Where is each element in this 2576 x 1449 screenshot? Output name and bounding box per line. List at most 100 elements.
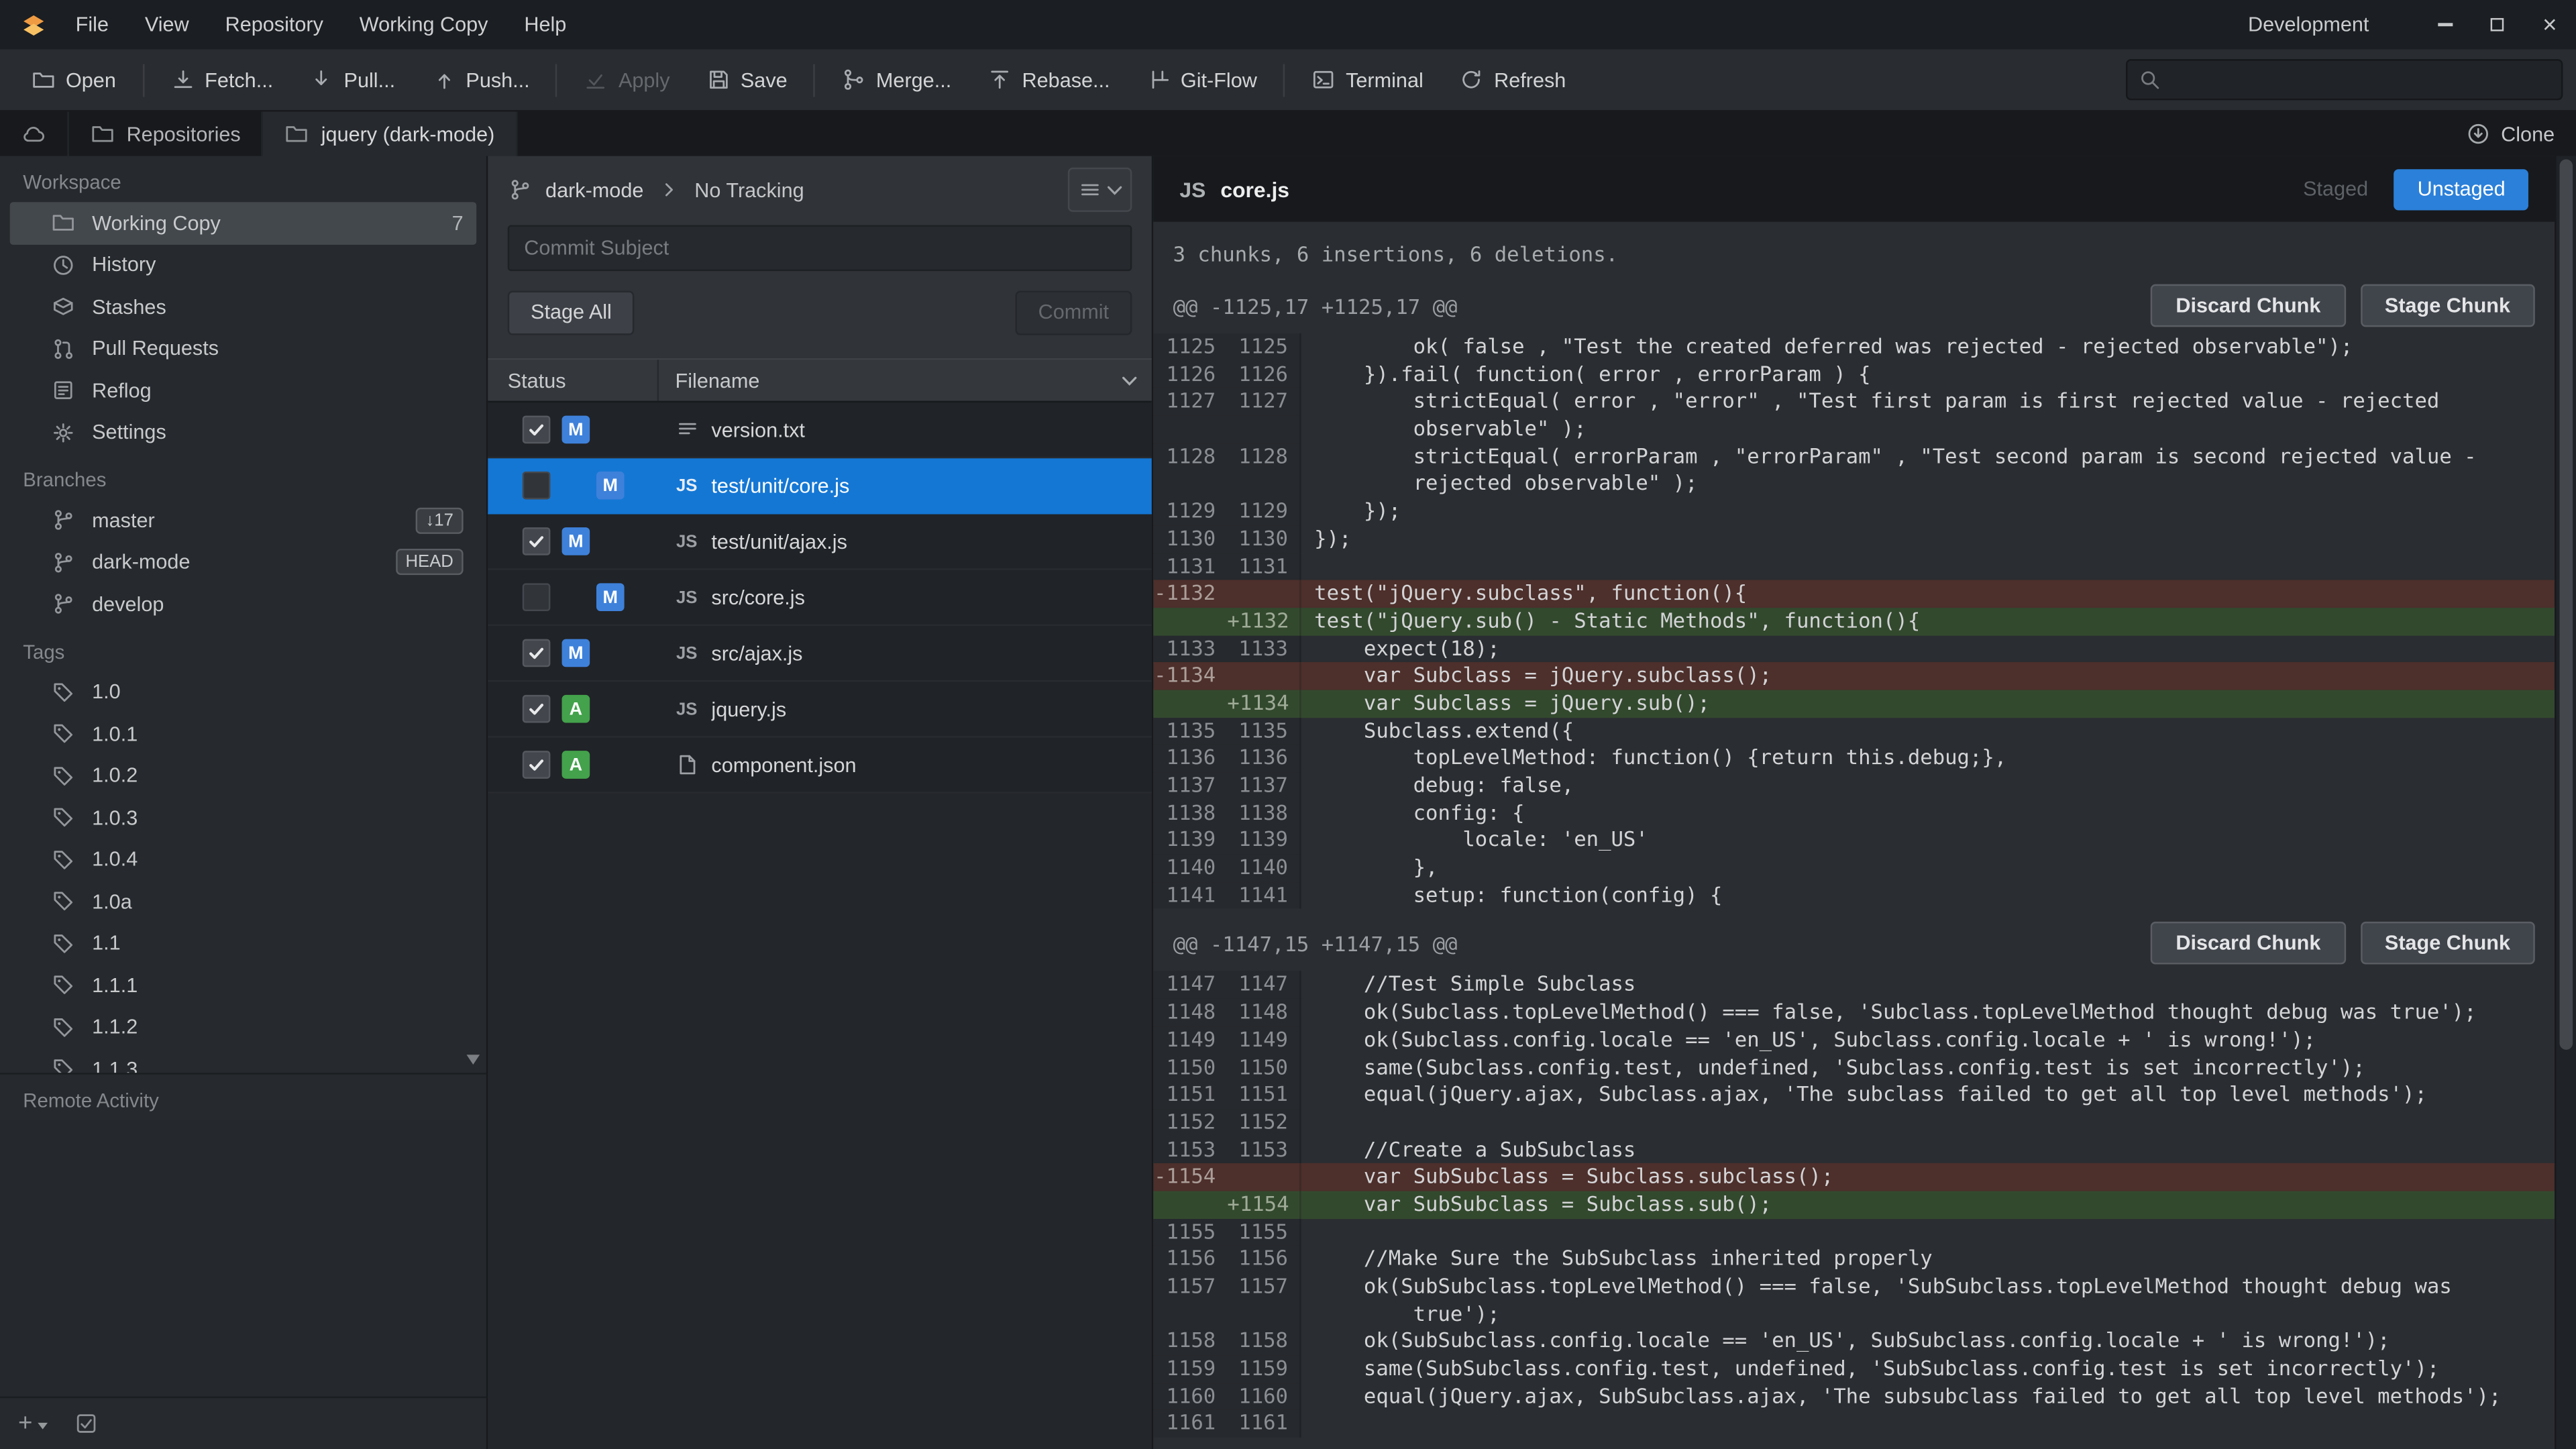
diff-line-context[interactable]: 11471147 //Test Simple Subclass (1153, 971, 2555, 999)
diff-line-context[interactable]: 11571157 ok(SubSubclass.topLevelMethod()… (1153, 1273, 2555, 1301)
sidebar-item-stashes[interactable]: Stashes (10, 286, 477, 327)
diff-line-context[interactable]: 11531153 //Create a SubSubclass (1153, 1136, 2555, 1164)
commit-subject-input[interactable] (508, 225, 1132, 272)
stage-checkbox[interactable] (523, 751, 551, 779)
diff-line-context[interactable]: observable" ); (1153, 416, 2555, 443)
tag-item-1-1-2[interactable]: 1.1.2 (10, 1006, 477, 1048)
stage-all-button[interactable]: Stage All (508, 290, 635, 335)
scrollbar-thumb[interactable] (2560, 160, 2573, 1050)
diff-line-context[interactable]: 11301130}); (1153, 525, 2555, 553)
diff-line-context[interactable]: 11351135 Subclass.extend({ (1153, 717, 2555, 745)
stage-checkbox[interactable] (523, 583, 551, 611)
diff-line-deleted[interactable]: -1154 var SubSubclass = Subclass.subclas… (1153, 1163, 2555, 1191)
search-input[interactable] (2170, 66, 2551, 93)
diff-line-context[interactable]: 11591159 same(SubSubclass.config.test, u… (1153, 1356, 2555, 1383)
diff-line-added[interactable]: +1134 var Subclass = jQuery.sub(); (1153, 690, 2555, 717)
diff-line-context[interactable]: 11601160 equal(jQuery.ajax, SubSubclass.… (1153, 1383, 2555, 1410)
diff-line-context[interactable]: 11311131 (1153, 553, 2555, 580)
diff-line-context[interactable]: 11251125 ok( false , "Test the created d… (1153, 333, 2555, 361)
commit-options-menu-button[interactable] (1068, 168, 1132, 212)
merge-button[interactable]: Merge... (824, 49, 970, 110)
sidebar-item-history[interactable]: History (10, 244, 477, 286)
stage-checkbox[interactable] (523, 695, 551, 723)
discard-chunk-button[interactable]: Discard Chunk (2151, 922, 2346, 965)
maximize-button[interactable] (2471, 0, 2523, 49)
branch-item-dark-mode[interactable]: dark-modeHEAD (10, 541, 477, 583)
save-button[interactable]: Save (688, 49, 806, 110)
diff-line-context[interactable]: rejected observable" ); (1153, 470, 2555, 498)
scroll-down-arrow[interactable] (467, 1055, 480, 1065)
file-row-version-txt[interactable]: Mversion.txt (488, 402, 1151, 458)
branch-item-develop[interactable]: develop (10, 583, 477, 625)
file-row-test-unit-ajax-js[interactable]: MJStest/unit/ajax.js (488, 515, 1151, 570)
file-row-src-core-js[interactable]: MJSsrc/core.js (488, 570, 1151, 626)
staged-tab[interactable]: Staged (2280, 168, 2392, 209)
diff-line-added[interactable]: +1154 var SubSubclass = Subclass.sub(); (1153, 1191, 2555, 1218)
stage-checkbox[interactable] (523, 416, 551, 444)
discard-chunk-button[interactable]: Discard Chunk (2151, 284, 2346, 327)
branch-item-master[interactable]: master↓17 (10, 499, 477, 541)
diff-line-deleted[interactable]: -1134 var Subclass = jQuery.subclass(); (1153, 663, 2555, 690)
refresh-button[interactable]: Refresh (1442, 49, 1585, 110)
tab-repositories[interactable]: Repositories (69, 112, 264, 156)
sidebar-item-working-copy[interactable]: Working Copy7 (10, 202, 477, 244)
tag-item-1-0-2[interactable]: 1.0.2 (10, 755, 477, 796)
remote-repositories-tab[interactable] (0, 112, 69, 156)
diff-line-context[interactable]: 11401140 }, (1153, 855, 2555, 882)
commit-button[interactable]: Commit (1015, 290, 1132, 335)
diff-line-context[interactable]: 11611161 (1153, 1410, 2555, 1438)
column-header-status[interactable]: Status (488, 360, 659, 400)
diff-line-context[interactable]: 11261126 }).fail( function( error , erro… (1153, 361, 2555, 388)
diff-line-added[interactable]: +1132test("jQuery.sub() - Static Methods… (1153, 608, 2555, 635)
clone-button[interactable]: Clone (2445, 112, 2576, 156)
diff-line-context[interactable]: 11281128 strictEqual( errorParam , "erro… (1153, 443, 2555, 471)
push-button[interactable]: Push... (413, 49, 548, 110)
diff-line-context[interactable]: 11521152 (1153, 1109, 2555, 1136)
sidebar-item-settings[interactable]: Settings (10, 411, 477, 453)
diff-line-context[interactable]: 11551155 (1153, 1218, 2555, 1246)
tag-item-1-0-1[interactable]: 1.0.1 (10, 713, 477, 755)
terminal-button[interactable]: Terminal (1293, 49, 1442, 110)
menu-file[interactable]: File (58, 0, 127, 49)
menu-repository[interactable]: Repository (207, 0, 341, 49)
diff-line-context[interactable]: 11561156 //Make Sure the SubSubclass inh… (1153, 1246, 2555, 1273)
pull-button[interactable]: Pull... (291, 49, 413, 110)
minimize-button[interactable] (2418, 0, 2471, 49)
diff-line-context[interactable]: 11511151 equal(jQuery.ajax, Subclass.aja… (1153, 1081, 2555, 1109)
tag-item-1-1[interactable]: 1.1 (10, 922, 477, 964)
tag-item-1-1-3[interactable]: 1.1.3 (10, 1048, 477, 1073)
gitflow-button[interactable]: Git-Flow (1128, 49, 1275, 110)
diff-line-context[interactable]: 11491149 ok(Subclass.config.locale == 'e… (1153, 1026, 2555, 1054)
diff-line-context[interactable]: 11331133 expect(18); (1153, 635, 2555, 663)
diff-line-context[interactable]: 11271127 strictEqual( error , "error" , … (1153, 388, 2555, 416)
table-options-caret-icon[interactable] (1106, 376, 1152, 386)
diff-line-context[interactable]: 11581158 ok(SubSubclass.config.locale ==… (1153, 1328, 2555, 1356)
menu-help[interactable]: Help (506, 0, 584, 49)
file-row-src-ajax-js[interactable]: MJSsrc/ajax.js (488, 626, 1151, 682)
diff-line-context[interactable]: 11371137 debug: false, (1153, 772, 2555, 800)
diff-line-context[interactable]: 11481148 ok(Subclass.topLevelMethod() ==… (1153, 999, 2555, 1026)
file-row-test-unit-core-js[interactable]: MJStest/unit/core.js (488, 458, 1151, 514)
diff-line-deleted[interactable]: -1132test("jQuery.subclass", function(){ (1153, 580, 2555, 608)
open-button[interactable]: Open (13, 49, 134, 110)
diff-line-context[interactable]: 11411141 setup: function(config) { (1153, 881, 2555, 909)
diff-line-context[interactable]: true'); (1153, 1301, 2555, 1328)
tag-item-1-0a[interactable]: 1.0a (10, 881, 477, 922)
search-box[interactable] (2126, 59, 2563, 100)
menu-working-copy[interactable]: Working Copy (341, 0, 506, 49)
stage-checkbox[interactable] (523, 472, 551, 500)
rebase-button[interactable]: Rebase... (969, 49, 1128, 110)
add-repository-button[interactable]: + (18, 1409, 48, 1438)
file-row-jquery-js[interactable]: AJSjquery.js (488, 682, 1151, 737)
fetch-button[interactable]: Fetch... (152, 49, 291, 110)
sidebar-item-pull-requests[interactable]: Pull Requests (10, 328, 477, 370)
stage-checkbox[interactable] (523, 639, 551, 667)
close-button[interactable]: × (2524, 0, 2576, 49)
tag-item-1-0-4[interactable]: 1.0.4 (10, 839, 477, 880)
column-header-filename[interactable]: Filename (659, 369, 1106, 392)
stage-chunk-button[interactable]: Stage Chunk (2360, 284, 2535, 327)
tag-item-1-0-3[interactable]: 1.0.3 (10, 797, 477, 839)
unstaged-tab[interactable]: Unstaged (2394, 168, 2528, 209)
menu-view[interactable]: View (127, 0, 207, 49)
vertical-scrollbar[interactable] (2555, 156, 2576, 1449)
